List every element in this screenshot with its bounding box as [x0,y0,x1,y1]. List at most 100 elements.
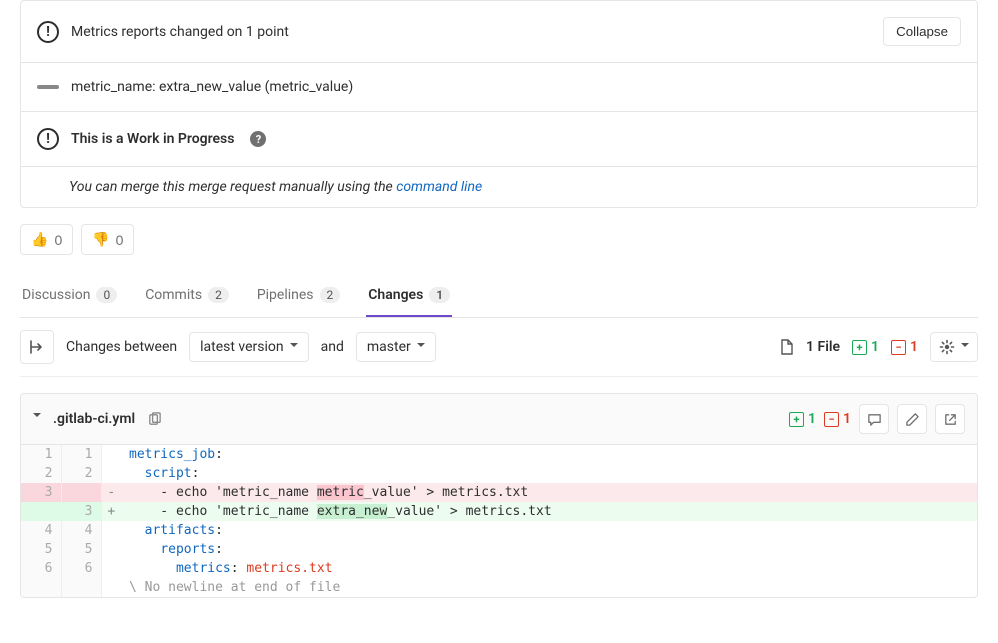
thumbs-down-icon: 👎 [92,231,109,248]
edit-button[interactable] [897,404,927,434]
old-line-number[interactable] [21,578,61,597]
tab-commits[interactable]: Commits 2 [143,275,231,317]
metrics-change-row: metric_name: extra_new_value (metric_val… [21,62,977,111]
old-line-number[interactable]: 2 [21,464,61,483]
diff-line: 11metrics_job: [21,445,977,464]
plus-badge-icon: + [852,340,867,355]
metrics-header-row: ! Metrics reports changed on 1 point Col… [21,1,977,62]
total-removed: − 1 [891,339,918,355]
diff-sign [101,540,121,559]
diff-line: \ No newline at end of file [21,578,977,597]
merge-hint-prefix: You can merge this merge request manuall… [69,179,396,195]
new-line-number[interactable]: 6 [61,559,101,578]
help-icon[interactable]: ? [250,131,266,147]
external-button[interactable] [935,404,965,434]
pencil-icon [905,412,920,427]
collapse-button[interactable]: Collapse [883,17,961,46]
exclamation-icon: ! [37,128,59,150]
diff-line: 3+ - echo 'metric_name extra_new_value' … [21,502,977,521]
thumbs-up-button[interactable]: 👍 0 [20,224,73,255]
file-icon [780,339,794,355]
new-line-number[interactable]: 2 [61,464,101,483]
tab-discussion-label: Discussion [22,287,90,303]
total-added-count: 1 [871,339,879,355]
minus-badge-icon: − [891,340,906,355]
old-line-number[interactable]: 6 [21,559,61,578]
thumbs-down-button[interactable]: 👎 0 [81,224,134,255]
diff-code: metrics: metrics.txt [121,559,977,578]
tree-toggle-button[interactable] [20,330,54,364]
diff-sign: - [101,483,121,502]
compare-mid: and [321,339,344,355]
diff-code: script: [121,464,977,483]
file-added: + 1 [789,411,816,427]
diff-line: 22 script: [21,464,977,483]
old-line-number[interactable] [21,502,61,521]
new-line-number[interactable]: 5 [61,540,101,559]
tab-commits-count: 2 [208,287,229,303]
diff-line: 3- - echo 'metric_name metric_value' > m… [21,483,977,502]
diff-sign [101,578,121,597]
diff-sign: + [101,502,121,521]
comment-icon [867,412,882,427]
tab-pipelines[interactable]: Pipelines 2 [255,275,342,317]
exclamation-icon: ! [37,21,59,43]
wip-row: ! This is a Work in Progress ? [21,111,977,166]
chevron-down-icon[interactable] [33,409,41,425]
metrics-header-text: Metrics reports changed on 1 point [71,24,289,40]
new-line-number[interactable]: 1 [61,445,101,464]
diff-sign [101,464,121,483]
reactions-bar: 👍 0 👎 0 [20,224,978,255]
filename: .gitlab-ci.yml [53,411,135,427]
old-line-number[interactable]: 3 [21,483,61,502]
new-line-number[interactable] [61,578,101,597]
dropdown-right-version[interactable]: master [356,332,436,362]
diff-sign [101,559,121,578]
tab-discussion[interactable]: Discussion 0 [20,275,119,317]
minus-badge-icon: − [824,412,839,427]
tab-discussion-count: 0 [96,287,117,303]
thumbs-up-count: 0 [54,232,62,248]
file-removed: − 1 [824,411,851,427]
tree-icon [29,339,45,355]
file-added-count: 1 [808,411,816,427]
chevron-down-icon [290,339,298,355]
file-count: 1 File [806,339,840,355]
old-line-number[interactable]: 5 [21,540,61,559]
diff-sign [101,445,121,464]
diff-code: - echo 'metric_name extra_new_value' > m… [121,502,977,521]
total-removed-count: 1 [910,339,918,355]
new-line-number[interactable]: 3 [61,502,101,521]
plus-badge-icon: + [789,412,804,427]
old-line-number[interactable]: 4 [21,521,61,540]
thumbs-down-count: 0 [116,232,124,248]
diff-table: 11metrics_job:22 script:3- - echo 'metri… [21,445,977,597]
diff-line: 55 reports: [21,540,977,559]
total-added: + 1 [852,339,879,355]
new-line-number[interactable] [61,483,101,502]
old-line-number[interactable]: 1 [21,445,61,464]
file-diff-card: .gitlab-ci.yml + 1 − 1 11metrics_job:22 … [20,393,978,598]
dropdown-left-text: latest version [200,339,284,355]
tab-changes[interactable]: Changes 1 [366,275,452,317]
compare-bar: Changes between latest version and maste… [20,318,978,377]
compare-label: Changes between [66,339,177,355]
tab-pipelines-count: 2 [320,287,341,303]
dropdown-left-version[interactable]: latest version [189,332,309,362]
gear-icon [939,339,955,355]
mr-tabs: Discussion 0 Commits 2 Pipelines 2 Chang… [20,275,978,318]
thumbs-up-icon: 👍 [31,231,48,248]
tab-changes-count: 1 [429,287,450,303]
tab-pipelines-label: Pipelines [257,287,314,303]
file-removed-count: 1 [843,411,851,427]
copy-path-icon[interactable] [147,412,162,427]
new-line-number[interactable]: 4 [61,521,101,540]
diff-code: \ No newline at end of file [121,578,977,597]
settings-dropdown[interactable] [930,332,978,362]
diff-line: 44 artifacts: [21,521,977,540]
comment-button[interactable] [859,404,889,434]
wip-title: This is a Work in Progress [71,131,234,147]
neutral-bar-icon [37,85,59,89]
command-line-link[interactable]: command line [396,179,482,195]
diff-line: 66 metrics: metrics.txt [21,559,977,578]
